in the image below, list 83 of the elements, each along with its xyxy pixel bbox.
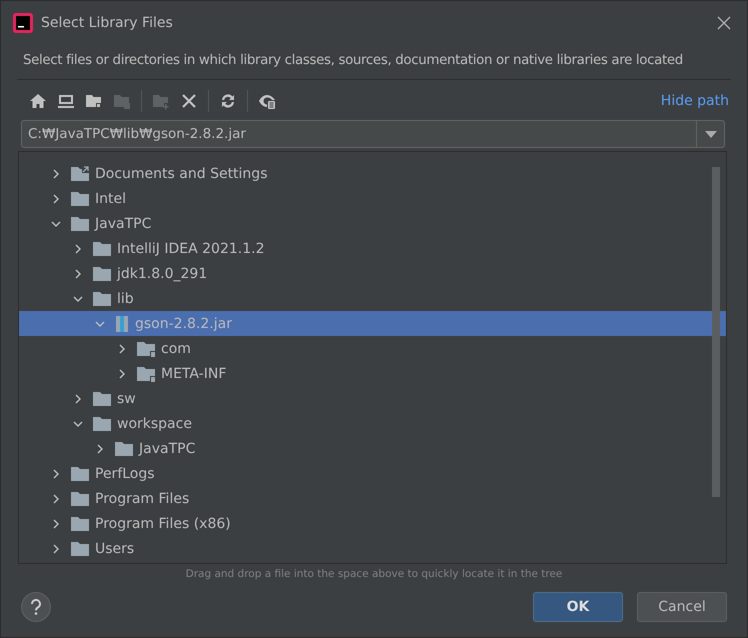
tree-item[interactable]: Program Files bbox=[19, 486, 726, 511]
chevron-right-icon[interactable] bbox=[95, 444, 105, 454]
app-logo-icon bbox=[13, 13, 33, 33]
folder-icon bbox=[93, 416, 111, 432]
tree-item-label: JavaTPC bbox=[139, 440, 196, 456]
hint-text: Drag and drop a file into the space above to quickly locate it in the tree bbox=[184, 567, 564, 580]
package-folder-icon bbox=[137, 366, 155, 382]
add-folder-icon bbox=[152, 92, 170, 110]
archive-icon bbox=[115, 316, 129, 332]
chevron-right-icon[interactable] bbox=[73, 244, 83, 254]
chevron-down-icon[interactable] bbox=[73, 418, 83, 428]
tree-item-label: sw bbox=[117, 390, 136, 406]
tree-item-label: Documents and Settings bbox=[95, 166, 268, 182]
tree-item[interactable]: Documents and Settings bbox=[19, 161, 726, 186]
package-folder-icon bbox=[137, 340, 155, 356]
tree-item[interactable]: JavaTPC bbox=[19, 211, 726, 236]
cancel-button[interactable]: Cancel bbox=[637, 592, 727, 622]
help-button[interactable] bbox=[21, 592, 51, 622]
chevron-right-icon[interactable] bbox=[51, 168, 61, 178]
folder-icon bbox=[71, 490, 89, 506]
tree-item[interactable]: sw bbox=[19, 386, 726, 411]
tree-item[interactable]: META-INF bbox=[19, 361, 726, 386]
tree-item[interactable]: Program Files (x86) bbox=[19, 511, 726, 536]
tree-item-label: JavaTPC bbox=[95, 216, 152, 232]
tree-item-label: Intel bbox=[95, 190, 126, 206]
ok-button[interactable]: OK bbox=[533, 592, 623, 622]
hidden-icon bbox=[258, 92, 276, 110]
tree-item-label: lib bbox=[117, 290, 134, 306]
scrollbar[interactable] bbox=[712, 167, 720, 497]
tree-item[interactable]: PerfLogs bbox=[19, 461, 726, 486]
folder-icon bbox=[71, 466, 89, 482]
folder-icon bbox=[115, 440, 133, 456]
folder-icon bbox=[93, 266, 111, 282]
home-icon bbox=[29, 92, 47, 110]
chevron-right-icon[interactable] bbox=[51, 544, 61, 554]
chevron-down-icon[interactable] bbox=[73, 294, 83, 304]
chevron-right-icon[interactable] bbox=[117, 344, 127, 354]
chevron-right-icon[interactable] bbox=[51, 194, 61, 204]
description-text: Select files or directories in which library classes, sources, documentation or native libraries are located bbox=[22, 52, 684, 68]
tree-item[interactable]: JavaTPC bbox=[19, 436, 726, 461]
folder-icon bbox=[93, 290, 111, 306]
tree-item[interactable]: Intel bbox=[19, 186, 726, 211]
tree-item-label: gson-2.8.2.jar bbox=[135, 316, 232, 332]
tree-item-label: com bbox=[161, 340, 191, 356]
tree-item-label: Program Files (x86) bbox=[95, 516, 231, 532]
delete-icon bbox=[180, 92, 198, 110]
tree-item-label: workspace bbox=[117, 416, 192, 432]
tree-item-label: META-INF bbox=[161, 366, 226, 382]
folder-icon bbox=[93, 390, 111, 406]
tree-item[interactable]: lib bbox=[19, 286, 726, 311]
desktop-icon bbox=[57, 92, 75, 110]
folder-icon bbox=[93, 240, 111, 256]
folder-link-icon bbox=[71, 166, 89, 182]
chevron-right-icon[interactable] bbox=[73, 394, 83, 404]
folder-icon bbox=[71, 516, 89, 532]
chevron-right-icon[interactable] bbox=[51, 494, 61, 504]
tree-item[interactable]: com bbox=[19, 336, 726, 361]
chevron-down-icon[interactable] bbox=[95, 318, 105, 328]
chevron-right-icon[interactable] bbox=[51, 518, 61, 528]
tree-item-label: jdk1.8.0_291 bbox=[117, 266, 208, 282]
folder-icon bbox=[71, 190, 89, 206]
close-icon bbox=[717, 16, 731, 30]
tree-item-label: IntelliJ IDEA 2021.1.2 bbox=[117, 240, 264, 256]
hide-path-link[interactable]: Hide path bbox=[660, 93, 729, 109]
tree-item[interactable]: Users bbox=[19, 536, 726, 561]
chevron-right-icon[interactable] bbox=[51, 468, 61, 478]
window-title: Select Library Files bbox=[41, 15, 174, 31]
help-icon bbox=[30, 599, 42, 615]
chevron-right-icon[interactable] bbox=[117, 368, 127, 378]
tree-item[interactable]: workspace bbox=[19, 411, 726, 436]
chevron-down-icon[interactable] bbox=[51, 218, 61, 228]
refresh-icon bbox=[219, 92, 237, 110]
folder-icon bbox=[113, 92, 131, 110]
chevron-right-icon[interactable] bbox=[73, 268, 83, 278]
tree-item-label: Program Files bbox=[95, 490, 190, 506]
tree-item-label: Users bbox=[95, 540, 134, 556]
tree-item-label: PerfLogs bbox=[95, 466, 155, 482]
folder-icon bbox=[71, 216, 89, 232]
new-folder-icon bbox=[85, 92, 103, 110]
folder-icon bbox=[71, 540, 89, 556]
tree-item[interactable]: jdk1.8.0_291 bbox=[19, 261, 726, 286]
dropdown-icon bbox=[704, 130, 716, 138]
tree-item[interactable]: IntelliJ IDEA 2021.1.2 bbox=[19, 236, 726, 261]
